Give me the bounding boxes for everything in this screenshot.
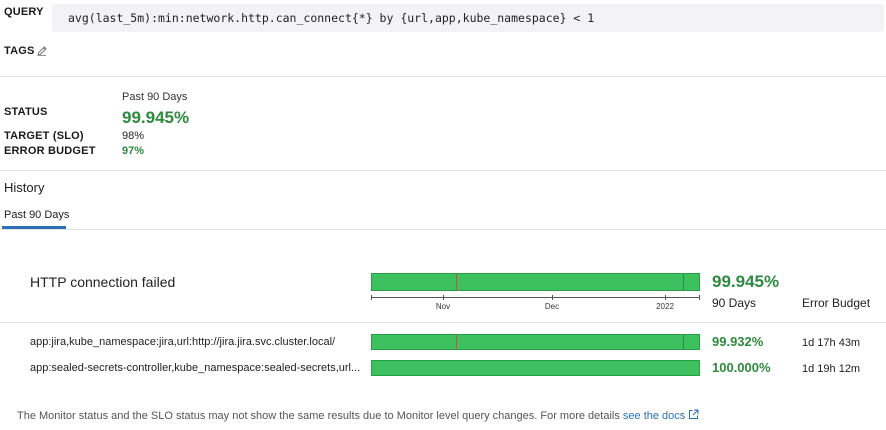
group-row-label[interactable]: app:sealed-secrets-controller,kube_names… [30, 362, 360, 374]
error-budget-value: 97% [122, 145, 145, 157]
tabs-divider [0, 229, 886, 230]
query-label: QUERY [4, 6, 44, 18]
col-90-days: 90 Days [712, 296, 757, 310]
axis-tick [443, 295, 444, 300]
status-period: Past 90 Days [122, 91, 188, 103]
external-link-icon[interactable] [688, 409, 699, 422]
axis-tick-label: 2022 [656, 302, 674, 311]
tab-past-90-days[interactable]: Past 90 Days [4, 209, 69, 221]
divider [0, 170, 886, 171]
group-row-pct: 99.932% [712, 334, 764, 349]
see-the-docs-link[interactable]: see the docs [623, 410, 685, 422]
axis-tick [371, 295, 372, 300]
group-row-bar[interactable] [371, 334, 700, 350]
status-label: STATUS [4, 106, 48, 118]
axis-tick [552, 295, 553, 300]
error-marker [456, 335, 457, 349]
group-row-budget: 1d 19h 12m [802, 363, 861, 375]
error-marker [456, 274, 457, 290]
slo-history-bar[interactable] [371, 273, 700, 291]
bar-segment-marker [683, 335, 684, 349]
divider [0, 76, 886, 77]
query-text[interactable]: avg(last_5m):min:network.http.can_connec… [52, 4, 884, 32]
axis-tick-label: Nov [435, 302, 451, 311]
bar-segment-marker [683, 274, 684, 290]
status-value: 99.945% [122, 108, 190, 127]
group-row-label[interactable]: app:jira,kube_namespace:jira,url:http://… [30, 336, 335, 348]
group-row-budget: 1d 17h 43m [802, 337, 861, 349]
tags-label: TAGS [4, 45, 35, 57]
target-value: 98% [122, 130, 145, 142]
footer-note: The Monitor status and the SLO status ma… [17, 409, 699, 422]
divider [0, 322, 886, 323]
group-row-pct: 100.000% [712, 360, 771, 375]
group-row-bar[interactable] [371, 360, 700, 376]
target-label: TARGET (SLO) [4, 130, 84, 142]
history-title: History [4, 180, 45, 195]
axis-tick [665, 295, 666, 300]
footer-text: The Monitor status and the SLO status ma… [17, 410, 620, 422]
time-axis: Nov Dec 2022 [371, 295, 700, 311]
col-error-budget: Error Budget [802, 296, 871, 310]
pencil-icon[interactable] [36, 44, 48, 62]
slo-overall-pct: 99.945% [712, 272, 780, 291]
axis-tick [699, 295, 700, 300]
slo-name[interactable]: HTTP connection failed [30, 274, 175, 290]
axis-tick-label: Dec [544, 302, 560, 311]
error-budget-label: ERROR BUDGET [4, 145, 96, 157]
